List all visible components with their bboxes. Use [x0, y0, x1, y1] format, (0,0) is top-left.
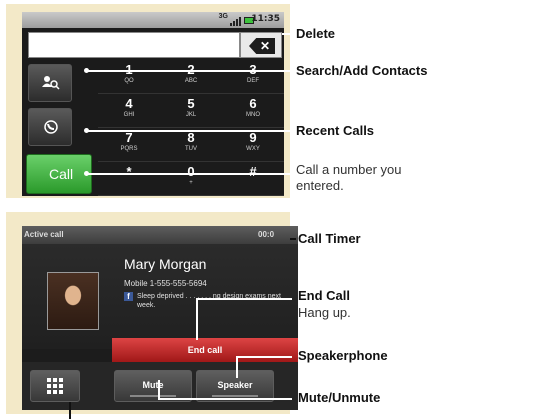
call-timer: 00:0	[258, 230, 275, 239]
recent-leader-dot	[84, 128, 89, 133]
recent-calls-button[interactable]	[28, 108, 72, 146]
speaker-label: Speaker	[217, 380, 253, 390]
callout-recent-calls: Recent Calls	[296, 123, 375, 138]
key-hash[interactable]: #	[222, 162, 284, 196]
status-bar: 3G 11:35	[22, 12, 284, 28]
active-call-header: Active call 00:0	[22, 226, 298, 244]
delete-button[interactable]: ✕	[240, 32, 282, 58]
callout-speakerphone: Speakerphone	[298, 348, 388, 363]
contacts-search-icon	[42, 76, 60, 90]
end-call-button[interactable]: End call	[112, 338, 298, 362]
callout-call-desc-1: Call a number you	[296, 162, 402, 177]
key-7[interactable]: 7 PQRS	[98, 128, 160, 162]
key-9[interactable]: 9 WXY	[222, 128, 284, 162]
key-star[interactable]: *	[98, 162, 160, 196]
key-6[interactable]: 6 MNO	[222, 94, 284, 128]
callout-search-add-contacts: Search/Add Contacts	[296, 63, 428, 78]
network-type: 3G	[218, 13, 228, 20]
callout-end-call-desc: Hang up.	[298, 305, 351, 320]
callout-delete: Delete	[296, 26, 336, 41]
status-time: 11:35	[251, 14, 280, 24]
speaker-indicator	[212, 395, 258, 397]
dialer-screen: 3G 11:35 ✕ Call 1QO 2ABC 3DEF 4GHI 5JKL …	[22, 12, 284, 196]
facebook-icon: f	[124, 292, 133, 301]
key-5[interactable]: 5 JKL	[160, 94, 222, 128]
number-entry-field[interactable]	[28, 32, 240, 58]
delete-leader	[282, 33, 292, 35]
call-leader	[86, 173, 292, 175]
key-8[interactable]: 8 TUV	[160, 128, 222, 162]
mute-indicator	[130, 395, 176, 397]
caller-number: Mobile 1-555-555-5694	[124, 279, 207, 288]
key-3[interactable]: 3DEF	[222, 60, 284, 94]
key-2[interactable]: 2ABC	[160, 60, 222, 94]
caller-status-text: Sleep deprived . . . . . . . ng design e…	[137, 293, 281, 309]
dialpad-leader	[69, 402, 71, 419]
signal-icon	[230, 16, 242, 26]
key-1[interactable]: 1QO	[98, 60, 160, 94]
caller-photo	[47, 272, 99, 330]
mute-leader-v	[158, 380, 160, 400]
dialpad-button[interactable]	[30, 370, 80, 402]
caller-name: Mary Morgan	[124, 256, 207, 272]
recent-leader	[86, 130, 292, 132]
backspace-icon: ✕	[249, 38, 275, 54]
contacts-leader-dot	[84, 68, 89, 73]
search-add-contacts-button[interactable]	[28, 64, 72, 102]
endcall-leader-v	[196, 298, 198, 340]
dialpad: 1QO 2ABC 3DEF 4GHI 5JKL 6MNO 7PQRS 8TUV …	[98, 60, 284, 196]
mute-leader-h	[158, 398, 292, 400]
mute-label: Mute	[142, 380, 164, 390]
call-controls-bar: Mute Speaker	[22, 362, 298, 410]
key-0[interactable]: 0 +	[160, 162, 222, 196]
call-leader-dot	[84, 171, 89, 176]
speaker-leader-v	[236, 356, 238, 378]
call-button[interactable]: Call	[26, 154, 92, 194]
speaker-leader-h	[236, 356, 292, 358]
callout-call-timer: Call Timer	[298, 231, 361, 246]
key-4[interactable]: 4 GHI	[98, 94, 160, 128]
dialpad-icon	[47, 378, 63, 394]
callout-mute-unmute: Mute/Unmute	[298, 390, 381, 405]
endcall-leader-h	[196, 298, 292, 300]
callout-end-call: End Call	[298, 288, 351, 303]
active-call-title: Active call	[24, 230, 64, 239]
timer-leader	[290, 238, 296, 240]
contacts-leader	[86, 70, 292, 72]
recent-calls-icon	[44, 120, 58, 134]
active-call-screen: Active call 00:0 Mary Morgan Mobile 1-55…	[22, 226, 298, 410]
callout-call-desc-2: entered.	[296, 178, 344, 193]
